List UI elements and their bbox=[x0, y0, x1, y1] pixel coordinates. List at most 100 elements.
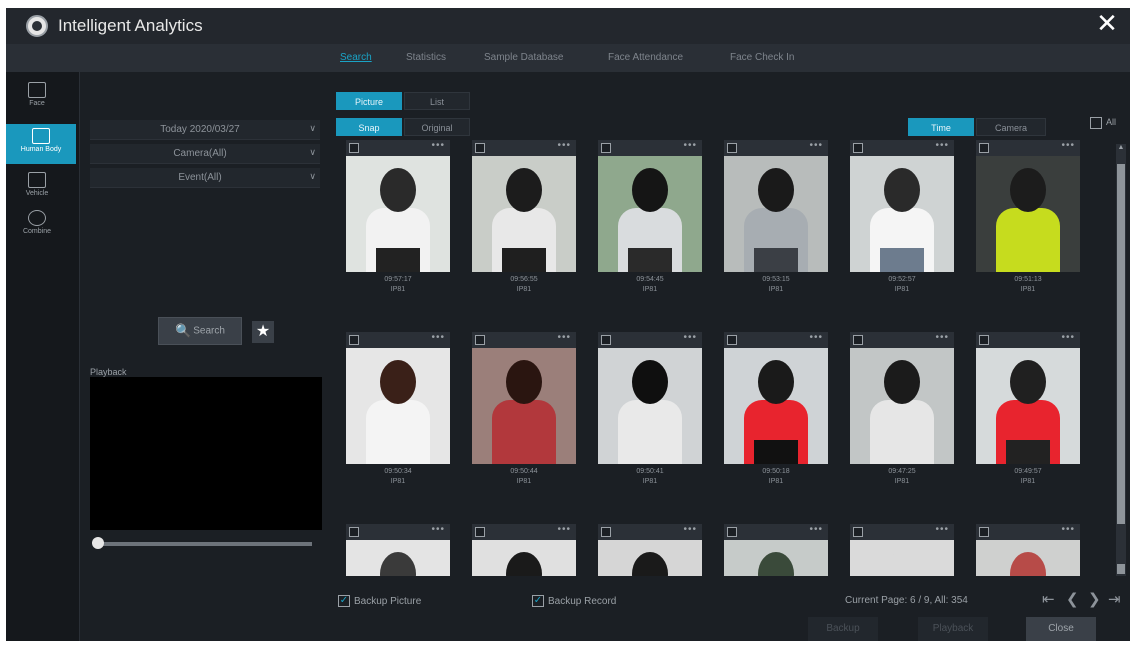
card-checkbox[interactable] bbox=[853, 335, 863, 345]
snapshot-card[interactable]: ••• 09:57:17 IP81 bbox=[346, 140, 450, 293]
snapshot-image[interactable] bbox=[346, 540, 450, 576]
close-button[interactable]: Close bbox=[1026, 617, 1096, 641]
gallery-scrollbar[interactable]: ▲ bbox=[1116, 144, 1126, 576]
snapshot-card[interactable]: ••• bbox=[850, 524, 954, 576]
backup-picture-checkbox[interactable]: ✓ bbox=[338, 595, 350, 607]
card-checkbox[interactable] bbox=[853, 143, 863, 153]
more-options-icon[interactable]: ••• bbox=[683, 332, 697, 343]
card-checkbox[interactable] bbox=[475, 527, 485, 537]
snapshot-image[interactable] bbox=[472, 156, 576, 272]
more-options-icon[interactable]: ••• bbox=[431, 332, 445, 343]
favorite-star-button[interactable]: ★ bbox=[252, 321, 274, 343]
card-checkbox[interactable] bbox=[853, 527, 863, 537]
snapshot-image[interactable] bbox=[598, 348, 702, 464]
card-checkbox[interactable] bbox=[727, 527, 737, 537]
snapshot-card[interactable]: ••• 09:50:44 IP81 bbox=[472, 332, 576, 485]
picture-view-button[interactable]: Picture bbox=[336, 92, 402, 110]
tab-face-attendance[interactable]: Face Attendance bbox=[608, 52, 683, 63]
snapshot-image[interactable] bbox=[346, 348, 450, 464]
rail-item-face[interactable]: Face bbox=[12, 78, 62, 118]
snapshot-card[interactable]: ••• 09:51:13 IP81 bbox=[976, 140, 1080, 293]
original-button[interactable]: Original bbox=[404, 118, 470, 136]
snapshot-card[interactable]: ••• bbox=[976, 524, 1080, 576]
scroll-up-icon[interactable]: ▲ bbox=[1117, 144, 1125, 154]
card-checkbox[interactable] bbox=[349, 335, 359, 345]
card-checkbox[interactable] bbox=[349, 527, 359, 537]
snapshot-image[interactable] bbox=[724, 540, 828, 576]
snapshot-card[interactable]: ••• bbox=[472, 524, 576, 576]
more-options-icon[interactable]: ••• bbox=[809, 140, 823, 151]
snapshot-image[interactable] bbox=[472, 348, 576, 464]
snapshot-card[interactable]: ••• 09:47:25 IP81 bbox=[850, 332, 954, 485]
more-options-icon[interactable]: ••• bbox=[431, 140, 445, 151]
more-options-icon[interactable]: ••• bbox=[935, 332, 949, 343]
snapshot-image[interactable] bbox=[850, 540, 954, 576]
prev-page-icon[interactable]: ❮ bbox=[1066, 590, 1079, 608]
card-checkbox[interactable] bbox=[601, 527, 611, 537]
snapshot-card[interactable]: ••• 09:54:45 IP81 bbox=[598, 140, 702, 293]
more-options-icon[interactable]: ••• bbox=[1061, 140, 1075, 151]
playback-slider[interactable] bbox=[94, 542, 312, 546]
card-checkbox[interactable] bbox=[727, 335, 737, 345]
more-options-icon[interactable]: ••• bbox=[557, 332, 571, 343]
more-options-icon[interactable]: ••• bbox=[1061, 332, 1075, 343]
snapshot-card[interactable]: ••• 09:50:41 IP81 bbox=[598, 332, 702, 485]
playback-video[interactable] bbox=[90, 377, 322, 530]
snapshot-card[interactable]: ••• bbox=[346, 524, 450, 576]
last-page-icon[interactable]: ⇥ bbox=[1108, 590, 1121, 608]
slider-handle[interactable] bbox=[92, 537, 104, 549]
snapshot-image[interactable] bbox=[976, 156, 1080, 272]
close-icon[interactable]: ✕ bbox=[1094, 11, 1120, 38]
snapshot-card[interactable]: ••• 09:52:57 IP81 bbox=[850, 140, 954, 293]
playback-button[interactable]: Playback bbox=[918, 617, 988, 641]
scroll-down-icon[interactable] bbox=[1117, 564, 1125, 574]
sort-time-button[interactable]: Time bbox=[908, 118, 974, 136]
rail-item-human-body[interactable]: Human Body bbox=[6, 124, 76, 164]
snapshot-image[interactable] bbox=[850, 348, 954, 464]
snapshot-image[interactable] bbox=[598, 540, 702, 576]
more-options-icon[interactable]: ••• bbox=[557, 524, 571, 535]
more-options-icon[interactable]: ••• bbox=[431, 524, 445, 535]
snapshot-card[interactable]: ••• bbox=[724, 524, 828, 576]
snapshot-card[interactable]: ••• 09:50:34 IP81 bbox=[346, 332, 450, 485]
event-select[interactable]: Event(All) ∨ bbox=[90, 168, 320, 188]
more-options-icon[interactable]: ••• bbox=[809, 524, 823, 535]
sort-camera-button[interactable]: Camera bbox=[976, 118, 1046, 136]
card-checkbox[interactable] bbox=[475, 143, 485, 153]
more-options-icon[interactable]: ••• bbox=[557, 140, 571, 151]
snapshot-card[interactable]: ••• 09:56:55 IP81 bbox=[472, 140, 576, 293]
snapshot-image[interactable] bbox=[346, 156, 450, 272]
scroll-thumb[interactable] bbox=[1117, 164, 1125, 524]
snapshot-image[interactable] bbox=[472, 540, 576, 576]
search-button[interactable]: 🔍 Search bbox=[158, 317, 242, 345]
more-options-icon[interactable]: ••• bbox=[809, 332, 823, 343]
snap-button[interactable]: Snap bbox=[336, 118, 402, 136]
card-checkbox[interactable] bbox=[601, 335, 611, 345]
card-checkbox[interactable] bbox=[727, 143, 737, 153]
card-checkbox[interactable] bbox=[979, 335, 989, 345]
more-options-icon[interactable]: ••• bbox=[1061, 524, 1075, 535]
card-checkbox[interactable] bbox=[475, 335, 485, 345]
card-checkbox[interactable] bbox=[979, 527, 989, 537]
backup-record-checkbox[interactable]: ✓ bbox=[532, 595, 544, 607]
select-all-checkbox[interactable] bbox=[1090, 117, 1102, 129]
more-options-icon[interactable]: ••• bbox=[935, 140, 949, 151]
card-checkbox[interactable] bbox=[601, 143, 611, 153]
tab-sample-database[interactable]: Sample Database bbox=[484, 52, 564, 63]
snapshot-card[interactable]: ••• 09:53:15 IP81 bbox=[724, 140, 828, 293]
camera-select[interactable]: Camera(All) ∨ bbox=[90, 144, 320, 164]
more-options-icon[interactable]: ••• bbox=[935, 524, 949, 535]
next-page-icon[interactable]: ❯ bbox=[1088, 590, 1101, 608]
card-checkbox[interactable] bbox=[349, 143, 359, 153]
card-checkbox[interactable] bbox=[979, 143, 989, 153]
tab-search[interactable]: Search bbox=[340, 52, 372, 63]
tab-face-check-in[interactable]: Face Check In bbox=[730, 52, 794, 63]
snapshot-image[interactable] bbox=[724, 348, 828, 464]
snapshot-card[interactable]: ••• bbox=[598, 524, 702, 576]
snapshot-image[interactable] bbox=[724, 156, 828, 272]
more-options-icon[interactable]: ••• bbox=[683, 140, 697, 151]
snapshot-image[interactable] bbox=[976, 348, 1080, 464]
snapshot-image[interactable] bbox=[976, 540, 1080, 576]
first-page-icon[interactable]: ⇤ bbox=[1042, 590, 1055, 608]
snapshot-image[interactable] bbox=[850, 156, 954, 272]
